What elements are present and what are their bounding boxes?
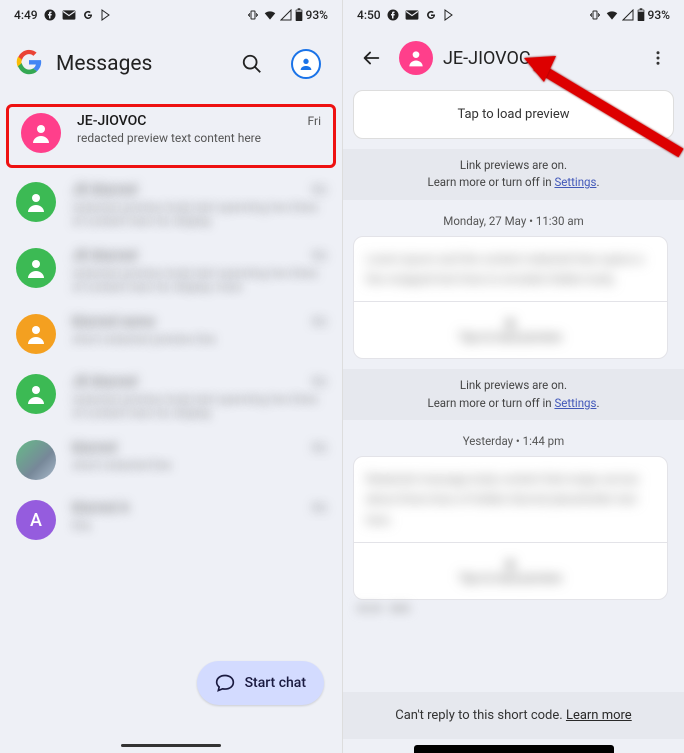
nav-bar[interactable] <box>0 737 342 753</box>
conversation-item[interactable]: blurred name Fri short redacted preview li… <box>0 304 342 364</box>
learn-more-link[interactable]: Learn more <box>566 708 632 723</box>
screen-messages-list: 4:49 93% Messages JE-JIOVOCFriredacted <box>0 0 342 753</box>
conversation-time: Fri <box>313 375 326 389</box>
account-avatar-icon <box>291 49 321 79</box>
play-store-icon <box>443 9 455 21</box>
mail-icon <box>62 9 76 21</box>
avatar <box>16 374 56 414</box>
avatar <box>21 113 61 153</box>
conversation-time: Fri <box>308 114 321 128</box>
wifi-icon <box>263 9 277 21</box>
chat-avatar[interactable] <box>399 41 433 75</box>
google-logo-icon <box>16 49 42 79</box>
conversation-preview: short redacted line <box>72 458 326 472</box>
start-chat-button[interactable]: Start chat <box>197 661 324 705</box>
conversation-item[interactable]: Ablurred A Fri tiny <box>0 490 342 550</box>
conversation-item[interactable]: JE-JIOVOC Fri redacted preview text conten… <box>6 104 336 168</box>
status-bar: 4:49 93% <box>0 0 342 30</box>
status-time: 4:50 <box>357 8 381 22</box>
chat-title[interactable]: JE-JIOVOC <box>443 48 630 69</box>
google-g-icon <box>82 9 94 21</box>
conversation-name: JE-blurred <box>72 248 137 264</box>
status-time: 4:49 <box>14 8 38 22</box>
screen-chat-detail: 4:50 93% JE-JIOVOC Ta <box>342 0 684 753</box>
back-button[interactable] <box>353 40 389 76</box>
chat-header: JE-JIOVOC <box>343 30 684 90</box>
conversation-item[interactable]: JE-blurred Fri redacted preview body text … <box>0 172 342 238</box>
start-chat-label: Start chat <box>245 675 306 691</box>
app-title: Messages <box>56 52 218 76</box>
more-options-button[interactable] <box>640 40 676 76</box>
facebook-icon <box>387 9 399 21</box>
nav-bar[interactable] <box>414 745 614 753</box>
conversation-preview: redacted preview body text spanning two … <box>72 200 326 228</box>
person-icon <box>406 48 426 68</box>
conversation-item[interactable]: JE-blurred Fri redacted preview body text … <box>0 238 342 304</box>
conversation-name: JE-blurred <box>72 182 137 198</box>
settings-link[interactable]: Settings <box>554 175 596 189</box>
chat-bubble-icon <box>215 673 235 693</box>
avatar <box>16 314 56 354</box>
avatar: A <box>16 500 56 540</box>
link-preview-notice: Link previews are on. Learn more or turn… <box>343 149 684 200</box>
status-battery: 93% <box>648 8 670 22</box>
signal-icon <box>622 9 634 21</box>
avatar <box>16 182 56 222</box>
search-icon <box>241 53 263 75</box>
app-bar: Messages <box>0 30 342 102</box>
message-bubble[interactable]: Redacted message body content that wraps… <box>353 456 668 600</box>
message-bubble[interactable]: Lorem ipsum and the content redacted her… <box>353 236 668 360</box>
chat-body: Tap to load preview Link previews are on… <box>343 90 684 753</box>
conversation-list: JE-JIOVOC Fri redacted preview text conten… <box>0 102 342 737</box>
conversation-name: blurred name <box>72 314 155 330</box>
conversation-preview: redacted preview text content here <box>77 131 321 145</box>
tap-to-load-preview[interactable]: Tap to load preview <box>353 90 674 139</box>
vibrate-icon <box>246 9 260 21</box>
avatar <box>16 440 56 480</box>
conversation-preview: redacted preview body text spanning two … <box>72 392 326 420</box>
account-button[interactable] <box>286 44 326 84</box>
conversation-time: Fri <box>313 501 326 515</box>
status-bar: 4:50 93% <box>343 0 684 30</box>
facebook-icon <box>44 9 56 21</box>
battery-icon <box>637 8 645 22</box>
wifi-icon <box>605 9 619 21</box>
conversation-item[interactable]: JE-blurred Fri redacted preview body text … <box>0 364 342 430</box>
link-preview-notice: Link previews are on. Learn more or turn… <box>343 369 684 420</box>
conversation-time: Fri <box>313 441 326 455</box>
arrow-back-icon <box>360 47 382 69</box>
conversation-preview: redacted preview body text spanning two … <box>72 266 326 294</box>
message-timestamp: Monday, 27 May • 11:30 am <box>343 200 684 236</box>
avatar <box>16 248 56 288</box>
vibrate-icon <box>588 9 602 21</box>
conversation-preview: tiny <box>72 518 326 532</box>
redacted-time: 00:00 · SMS <box>343 600 684 619</box>
conversation-name: blurred A <box>72 500 129 516</box>
conversation-item[interactable]: blurred Fri short redacted line <box>0 430 342 490</box>
conversation-name: blurred <box>72 440 116 456</box>
mail-icon <box>405 9 419 21</box>
more-vert-icon <box>649 49 667 67</box>
settings-link[interactable]: Settings <box>554 396 596 410</box>
play-store-icon <box>100 9 112 21</box>
conversation-time: Fri <box>313 183 326 197</box>
conversation-name: JE-JIOVOC <box>77 113 146 129</box>
battery-icon <box>295 8 303 22</box>
google-g-icon <box>425 9 437 21</box>
status-battery: 93% <box>306 8 328 22</box>
signal-icon <box>280 9 292 21</box>
cant-reply-footer: Can't reply to this short code. Learn mo… <box>343 692 684 739</box>
conversation-time: Fri <box>313 315 326 329</box>
search-button[interactable] <box>232 44 272 84</box>
message-timestamp: Yesterday • 1:44 pm <box>343 420 684 456</box>
conversation-preview: short redacted preview line <box>72 332 326 346</box>
conversation-name: JE-blurred <box>72 374 137 390</box>
conversation-time: Fri <box>313 249 326 263</box>
